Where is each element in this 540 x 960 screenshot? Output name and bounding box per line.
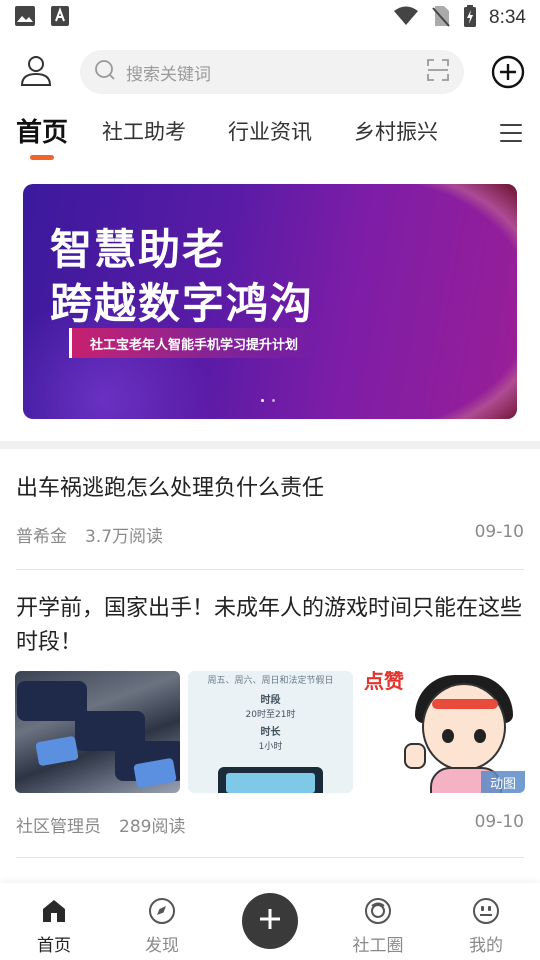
thumbnail-gif-like[interactable]: 点赞 动图 [360, 671, 525, 793]
search-placeholder: 搜索关键词 [126, 64, 211, 85]
thumbnail-word: 点赞 [364, 671, 404, 693]
nav-discover[interactable]: 发现 [122, 883, 202, 960]
image-icon [14, 5, 36, 31]
article-item[interactable]: 出车祸逃跑怎么处理负什么责任 普希金 3.7万阅读 09-10 [16, 472, 524, 547]
article-reads: 289阅读 [119, 817, 186, 837]
circle-icon [364, 897, 392, 925]
home-icon [40, 897, 68, 925]
menu-icon[interactable] [500, 124, 522, 144]
article-title: 开学前，国家出手！未成年人的游戏时间只能在这些时段！ [16, 596, 523, 655]
article-meta: 普希金 3.7万阅读 09-10 [16, 522, 524, 547]
list-divider [16, 569, 524, 570]
carousel-dot [272, 399, 275, 402]
publish-button[interactable] [242, 893, 298, 949]
bottom-navigation: 首页 发现 社工圈 我的 [0, 883, 540, 960]
nav-profile[interactable]: 我的 [446, 883, 526, 960]
article-author: 普希金 [16, 527, 67, 547]
thumbnail-students-phones[interactable] [15, 671, 180, 793]
thumbnail-duration-value: 1小时 [258, 742, 283, 752]
nav-label: 我的 [469, 936, 503, 956]
article-author: 社区管理员 [16, 817, 101, 837]
banner-tagline: 社工宝老年人智能手机学习提升计划 [69, 328, 317, 358]
carousel-dots [261, 399, 275, 402]
tab-industry-news[interactable]: 行业资讯 [228, 116, 312, 146]
search-icon [94, 59, 116, 85]
top-bar: 搜索关键词 [0, 44, 540, 100]
nav-home[interactable]: 首页 [14, 883, 94, 960]
category-tabs: 首页 社工助考 行业资讯 乡村振兴 [0, 112, 540, 168]
banner-headline-2: 跨越数字鸿沟 [50, 279, 315, 328]
add-circle-icon [490, 55, 526, 94]
banner-headline-1: 智慧助老 [50, 225, 227, 274]
tablet-illustration [218, 767, 323, 793]
status-bar: 8:34 [0, 0, 540, 36]
thumbs-up-hand [404, 743, 426, 769]
thumbnail-duration-label: 时长 [260, 727, 281, 738]
article-date: 09-10 [474, 522, 524, 542]
tab-exam-assist[interactable]: 社工助考 [102, 116, 186, 146]
article-meta: 社区管理员 289阅读 09-10 [16, 812, 524, 837]
cartoon-girl [422, 683, 506, 771]
font-icon [50, 5, 70, 31]
no-sim-icon [431, 5, 451, 31]
user-button[interactable] [16, 52, 56, 92]
tab-indicator [30, 155, 54, 160]
profile-icon [472, 897, 500, 925]
wifi-icon [393, 6, 419, 30]
article-item[interactable]: 开学前，国家出手！未成年人的游戏时间只能在这些时段！ [16, 592, 524, 660]
section-divider [0, 441, 540, 449]
battery-charging-icon [463, 5, 477, 31]
article-title: 出车祸逃跑怎么处理负什么责任 [16, 476, 325, 501]
thumbnail-period-value: 20时至21时 [245, 710, 296, 720]
tab-rural-revitalization[interactable]: 乡村振兴 [354, 116, 438, 146]
nav-label: 发现 [145, 936, 179, 956]
thumbnail-time-rules[interactable]: 周五、周六、周日和法定节假日 时段 20时至21时 时长 1小时 [188, 671, 353, 793]
plus-icon [257, 906, 283, 936]
search-input[interactable]: 搜索关键词 [80, 50, 464, 94]
nav-label: 社工圈 [352, 936, 404, 956]
list-divider [16, 857, 524, 858]
discover-icon [148, 897, 176, 925]
article-reads: 3.7万阅读 [85, 527, 164, 547]
nav-label: 首页 [37, 936, 71, 956]
banner-carousel[interactable]: 智慧助老 跨越数字鸿沟 社工宝老年人智能手机学习提升计划 [23, 184, 517, 419]
scan-icon[interactable] [426, 58, 450, 86]
nav-social-circle[interactable]: 社工圈 [338, 883, 418, 960]
add-button[interactable] [490, 54, 526, 90]
status-time: 8:34 [489, 7, 526, 28]
gif-badge: 动图 [481, 771, 525, 793]
carousel-dot-active [261, 399, 264, 402]
thumbnail-header: 周五、周六、周日和法定节假日 [207, 676, 334, 686]
thumbnail-period-label: 时段 [260, 695, 281, 706]
article-date: 09-10 [474, 812, 524, 832]
user-icon [19, 53, 53, 91]
tab-home[interactable]: 首页 [16, 112, 68, 149]
article-thumbnails[interactable]: 周五、周六、周日和法定节假日 时段 20时至21时 时长 1小时 点赞 动图 [15, 671, 525, 793]
